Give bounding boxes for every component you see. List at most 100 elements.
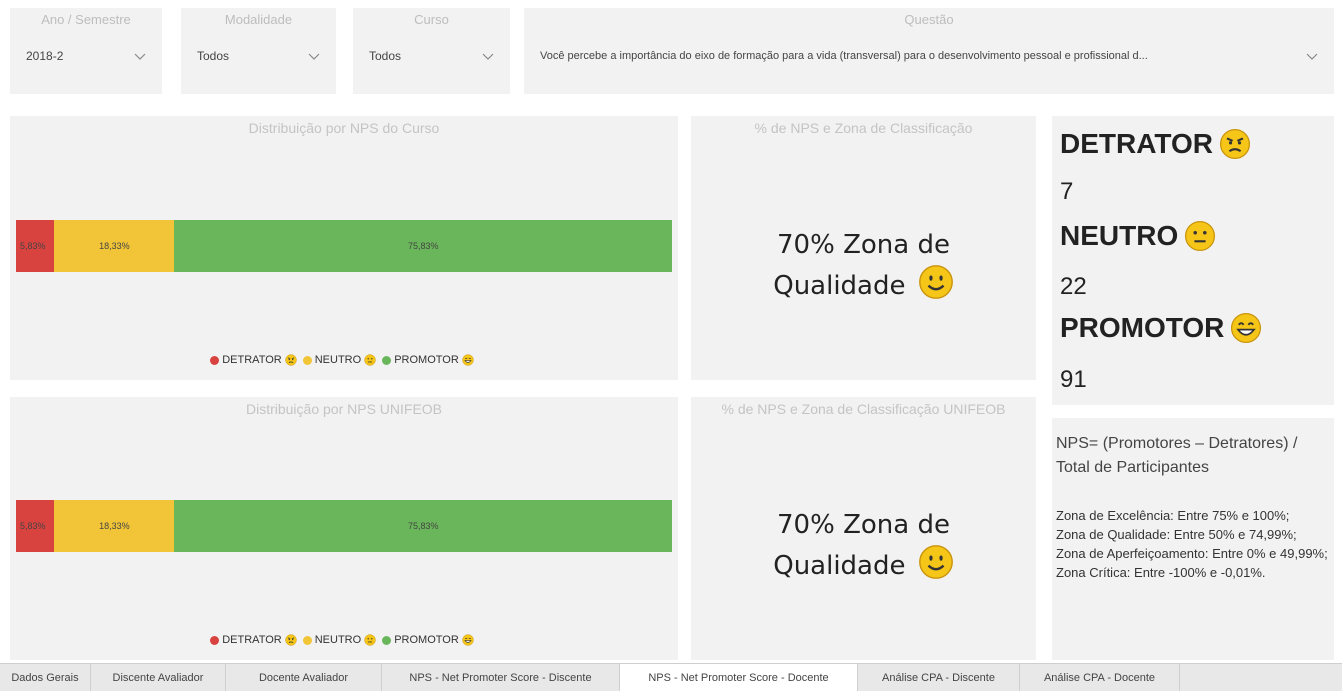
tab-nps-discente[interactable]: NPS - Net Promoter Score - Discente (382, 664, 620, 691)
legend-item-neutro: NEUTRO (302, 634, 376, 646)
filter-ano-dropdown[interactable]: 2018-2 (20, 40, 152, 72)
bar-segment-neutro[interactable]: 18,33% (54, 220, 175, 272)
data-label: 5,83% (20, 241, 46, 251)
face-grin-icon (462, 634, 474, 646)
filter-ano-title: Ano / Semestre (41, 12, 131, 27)
filter-modalidade-title: Modalidade (224, 12, 293, 27)
chevron-down-icon (308, 50, 320, 62)
chart-nps-curso: Distribuição por NPS do Curso 5,83% 18,33… (10, 116, 678, 380)
nps-zone-line2-wrap: Qualidade (691, 264, 1036, 305)
filter-curso-title: Curso (414, 12, 449, 27)
bar-segment-neutro[interactable]: 18,33% (54, 500, 175, 552)
chart-legend: DETRATOR NEUTRO PROMOTOR (10, 634, 678, 646)
data-label: 75,83% (407, 521, 439, 531)
legend-label: NEUTRO (314, 354, 362, 366)
data-label: 75,83% (407, 241, 439, 251)
neutro-label: NEUTRO (1060, 220, 1179, 251)
filter-modalidade-dropdown[interactable]: Todos (191, 40, 326, 72)
nps-zone-line1: 70% Zona de (777, 230, 950, 260)
neutro-label-row: NEUTRO (1060, 220, 1216, 252)
grinning-face-icon (1230, 312, 1262, 344)
tab-nps-docente[interactable]: NPS - Net Promoter Score - Docente (620, 664, 858, 691)
nps-zone-line1: 70% Zona de (777, 510, 950, 540)
legend-item-promotor: PROMOTOR (382, 634, 474, 646)
filter-modalidade: Modalidade Todos (181, 8, 336, 94)
legend-label: PROMOTOR (394, 634, 459, 646)
legend-dot (382, 635, 392, 645)
neutro-count: 22 (1060, 273, 1087, 300)
legend-item-promotor: PROMOTOR (382, 354, 474, 366)
neutral-face-icon (1184, 220, 1216, 252)
face-angry-icon (285, 354, 297, 366)
legend-label: NEUTRO (314, 634, 362, 646)
detrator-label-row: DETRATOR (1060, 128, 1251, 160)
promotor-label-row: PROMOTOR (1060, 312, 1262, 344)
legend-dot (210, 635, 220, 645)
filter-ano-semestre: Ano / Semestre 2018-2 (10, 8, 162, 94)
bar-segment-promotor[interactable]: 75,83% (174, 220, 672, 272)
filter-questao: Questão Você percebe a importância do ei… (524, 8, 1334, 94)
bar-segment-promotor[interactable]: 75,83% (174, 500, 672, 552)
legend-label: DETRATOR (222, 634, 282, 646)
chart-legend: DETRATOR NEUTRO PROMOTOR (10, 354, 678, 366)
nps-zone-curso: % de NPS e Zona de Classificação 70% Zon… (691, 116, 1036, 380)
filter-modalidade-value: Todos (197, 49, 230, 63)
bar-segment-detrator[interactable]: 5,83% (16, 500, 55, 552)
nps-counts-card: DETRATOR 7 NEUTRO 22 PROMOTOR 91 (1052, 116, 1334, 405)
nps-zone-unifeob: % de NPS e Zona de Classificação UNIFEOB… (691, 397, 1036, 660)
nps-zone-title: % de NPS e Zona de Classificação UNIFEOB (721, 401, 1006, 417)
nps-zone-list: Zona de Excelência: Entre 75% e 100%; Zo… (1056, 506, 1330, 582)
zone-item: Zona Crítica: Entre -100% e -0,01%. (1056, 565, 1266, 580)
bar-segment-detrator[interactable]: 5,83% (16, 220, 55, 272)
detrator-label: DETRATOR (1060, 128, 1213, 159)
tab-analise-cpa-discente[interactable]: Análise CPA - Discente (858, 664, 1020, 691)
tab-analise-cpa-docente[interactable]: Análise CPA - Docente (1020, 664, 1180, 691)
stacked-bar[interactable]: 5,83% 18,33% 75,83% (16, 220, 672, 272)
filter-questao-dropdown[interactable]: Você percebe a importância do eixo de fo… (534, 40, 1324, 72)
data-label: 5,83% (20, 521, 46, 531)
promotor-count: 91 (1060, 366, 1087, 393)
legend-item-neutro: NEUTRO (302, 354, 376, 366)
legend-dot (302, 355, 312, 365)
tab-dados-gerais[interactable]: Dados Gerais (0, 664, 91, 691)
chart-title: Distribuição por NPS do Curso (248, 120, 440, 136)
chevron-down-icon (482, 50, 494, 62)
filter-curso-value: Todos (369, 49, 402, 63)
nps-zone-value: 70% Zona de Qualidade (691, 226, 1036, 305)
legend-item-detrator: DETRATOR (210, 634, 297, 646)
zone-item: Zona de Excelência: Entre 75% e 100%; (1056, 508, 1290, 523)
legend-item-detrator: DETRATOR (210, 354, 297, 366)
data-label: 18,33% (99, 241, 130, 251)
chart-title: Distribuição por NPS UNIFEOB (245, 401, 443, 417)
page-tab-bar: Dados Gerais Discente Avaliador Docente … (0, 663, 1342, 691)
chevron-down-icon (1306, 50, 1318, 62)
filter-curso-dropdown[interactable]: Todos (363, 40, 500, 72)
legend-dot (382, 355, 392, 365)
detrator-count: 7 (1060, 178, 1074, 205)
face-grin-icon (462, 354, 474, 366)
filter-questao-value: Você percebe a importância do eixo de fo… (540, 50, 1148, 62)
stacked-bar[interactable]: 5,83% 18,33% 75,83% (16, 500, 672, 552)
smile-icon (918, 264, 954, 300)
nps-zone-value: 70% Zona de Qualidade (691, 506, 1036, 585)
face-neutral-icon (364, 634, 376, 646)
zone-item: Zona de Aperfeiçoamento: Entre 0% e 49,9… (1056, 546, 1328, 561)
nps-zone-title: % de NPS e Zona de Classificação (754, 120, 973, 136)
tab-docente-avaliador[interactable]: Docente Avaliador (226, 664, 382, 691)
tab-discente-avaliador[interactable]: Discente Avaliador (91, 664, 226, 691)
filter-questao-title: Questão (904, 12, 954, 27)
nps-zone-line2: Qualidade (773, 271, 906, 301)
nps-formula-card: NPS= (Promotores – Detratores) / Total d… (1052, 418, 1334, 660)
legend-label: PROMOTOR (394, 354, 459, 366)
nps-formula: NPS= (Promotores – Detratores) / Total d… (1056, 435, 1298, 476)
smile-icon (918, 544, 954, 580)
zone-item: Zona de Qualidade: Entre 50% e 74,99%; (1056, 527, 1297, 542)
legend-label: DETRATOR (222, 354, 282, 366)
face-neutral-icon (364, 354, 376, 366)
nps-zone-line2: Qualidade (773, 551, 906, 581)
data-label: 18,33% (99, 521, 130, 531)
angry-face-icon (1219, 128, 1251, 160)
chevron-down-icon (134, 50, 146, 62)
chart-nps-unifeob: Distribuição por NPS UNIFEOB 5,83% 18,33%… (10, 397, 678, 660)
face-angry-icon (285, 634, 297, 646)
